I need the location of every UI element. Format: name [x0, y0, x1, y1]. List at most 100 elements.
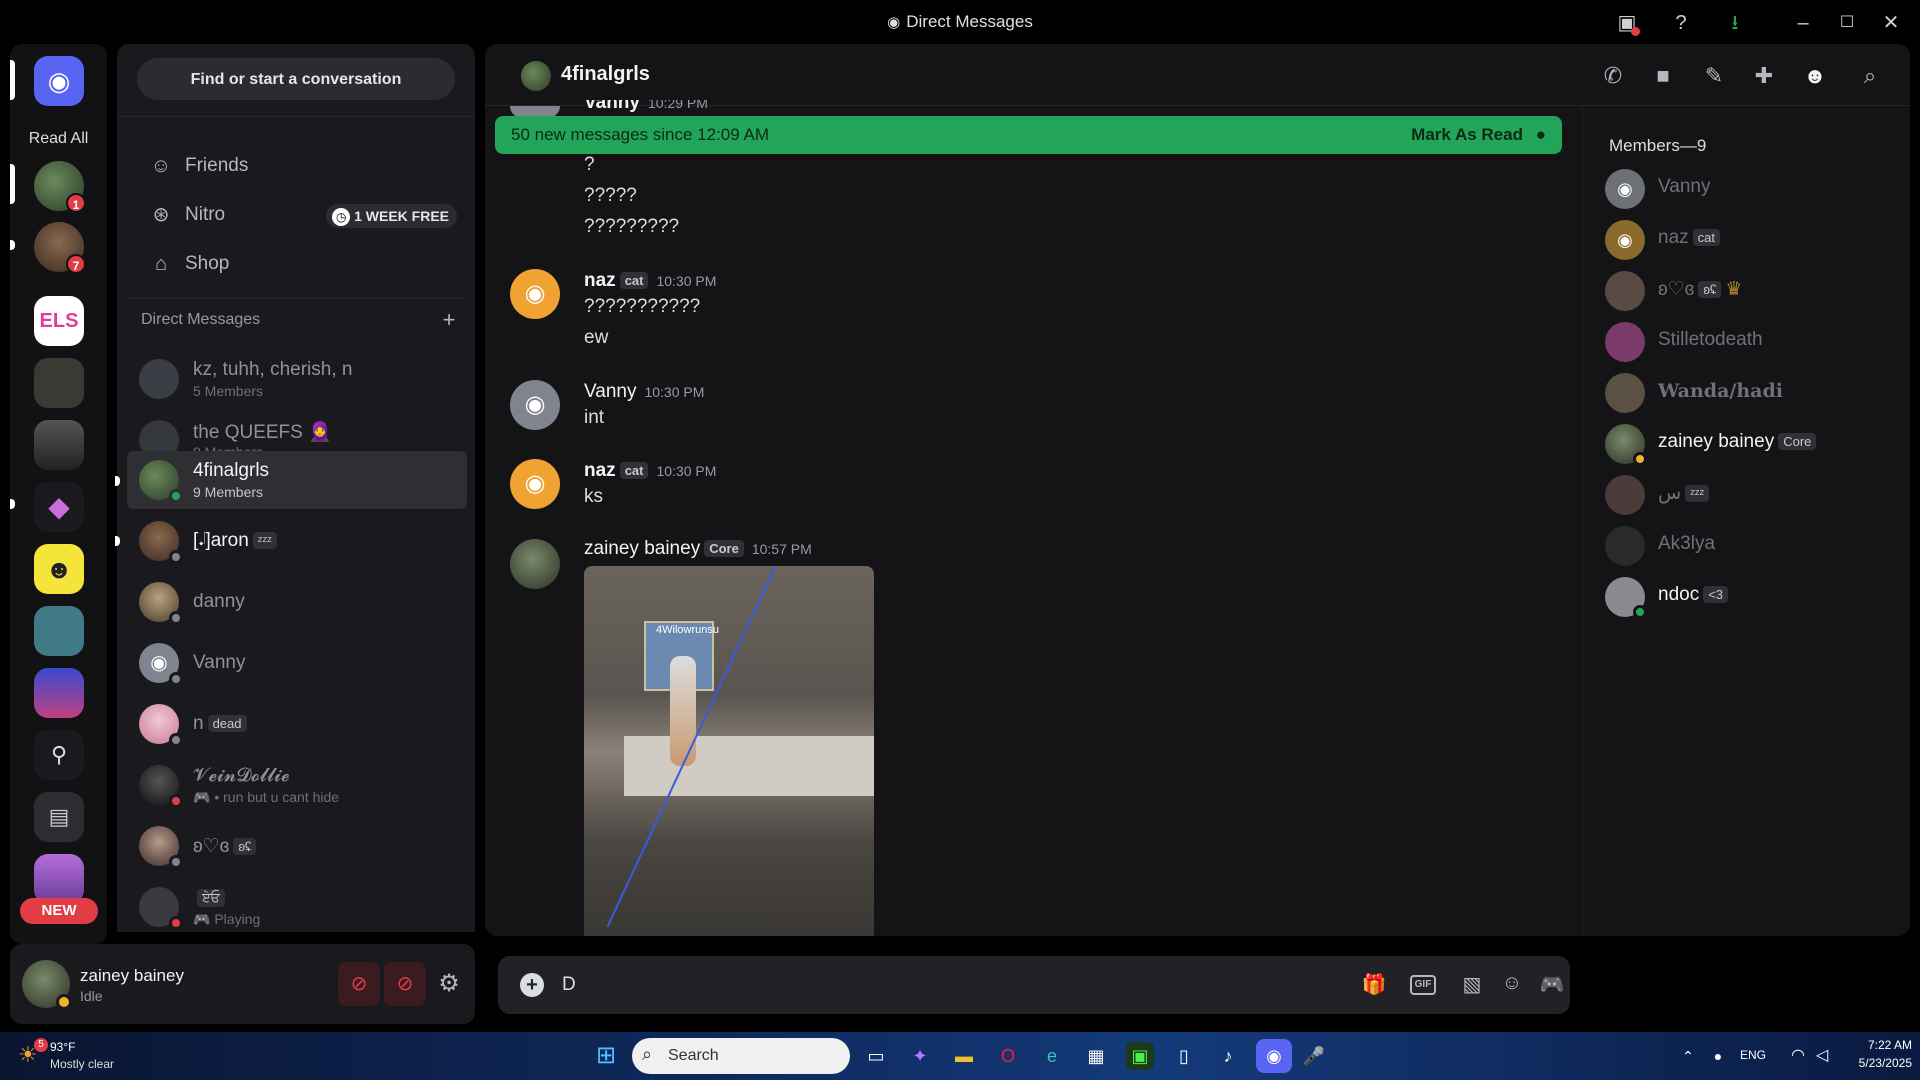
- server-icon-5[interactable]: [34, 420, 84, 470]
- pin-icon[interactable]: ✎: [1700, 62, 1728, 90]
- server-icon-9[interactable]: [34, 668, 84, 718]
- message-input[interactable]: D: [562, 956, 1162, 1014]
- add-friends-icon[interactable]: ✚: [1750, 62, 1778, 90]
- settings-button[interactable]: ⚙: [430, 962, 468, 1006]
- user-tag: ʚʢ: [233, 838, 257, 856]
- unread-badge: 1: [66, 193, 86, 213]
- dm-item[interactable]: kz, tuhh, cherish, n 5 Members: [127, 350, 467, 408]
- server-icon-12[interactable]: [34, 854, 84, 904]
- member-item[interactable]: ◉ Vanny: [1605, 166, 1905, 212]
- group-avatar: [139, 359, 179, 399]
- message-avatar[interactable]: ◉: [510, 269, 560, 319]
- opera-icon[interactable]: O: [994, 1042, 1022, 1070]
- search-icon[interactable]: ⌕: [1856, 62, 1884, 90]
- dm-item[interactable]: [𝆺𝅥]aron ᶻᶻᶻ: [127, 512, 467, 570]
- tray-chevron-icon[interactable]: ⌃: [1674, 1042, 1702, 1070]
- find-conversation-button[interactable]: Find or start a conversation: [137, 58, 455, 100]
- member-item[interactable]: س ᶻᶻᶻ: [1605, 472, 1905, 518]
- minimize-icon[interactable]: –: [1790, 10, 1816, 36]
- task-view-icon[interactable]: ▭: [862, 1042, 890, 1070]
- app-icon[interactable]: ▣: [1126, 1042, 1154, 1070]
- members-header: Members—9: [1609, 136, 1707, 155]
- dm-avatar-1[interactable]: 1: [34, 161, 86, 213]
- microphone-icon[interactable]: 🎤: [1300, 1042, 1328, 1070]
- dm-item[interactable]: 𝓥𝓮𝓲𝓷𝓓𝓸𝓵𝓵𝓲𝓮 🎮 • run but u cant hide: [127, 756, 467, 814]
- member-item[interactable]: Stilletodeath: [1605, 319, 1905, 365]
- start-button[interactable]: ⊞: [592, 1042, 620, 1070]
- nav-shop[interactable]: ⌂ Shop: [127, 242, 467, 286]
- nav-friends[interactable]: ☺ Friends: [127, 144, 467, 188]
- dm-name: [𝆺𝅥]aron ᶻᶻᶻ: [193, 530, 277, 552]
- message-avatar[interactable]: ◉: [510, 459, 560, 509]
- mark-as-read-button[interactable]: Mark As Read ●: [1411, 116, 1546, 154]
- help-icon[interactable]: ?: [1668, 10, 1694, 36]
- emoji-icon[interactable]: ☺: [1498, 972, 1526, 1000]
- message-image[interactable]: 4Wilowrunsu: [584, 566, 874, 936]
- deafen-button[interactable]: ⊘: [384, 962, 426, 1006]
- dm-item[interactable]: ◉ Vanny: [127, 634, 467, 692]
- member-name: zainey bainey Core: [1658, 431, 1817, 453]
- inbox-icon[interactable]: ▣: [1614, 10, 1640, 36]
- create-dm-button[interactable]: +: [437, 302, 461, 338]
- copilot-icon[interactable]: ✦: [906, 1042, 934, 1070]
- gift-icon[interactable]: 🎁: [1360, 972, 1388, 1000]
- dm-item[interactable]: n dead: [127, 695, 467, 753]
- member-item[interactable]: zainey bainey Core: [1605, 421, 1905, 467]
- gif-icon[interactable]: GIF: [1410, 975, 1436, 995]
- video-icon[interactable]: ■: [1649, 62, 1677, 90]
- maximize-icon[interactable]: ☐: [1834, 10, 1860, 36]
- server-icon-6[interactable]: ◆: [34, 482, 84, 532]
- member-item[interactable]: ʚ♡ɞ ʚʢ ♛: [1605, 268, 1905, 314]
- dm-item[interactable]: danny: [127, 573, 467, 631]
- message-author[interactable]: naz cat 10:30 PM: [584, 270, 716, 292]
- read-all-button[interactable]: Read All: [10, 130, 107, 148]
- nav-nitro[interactable]: ⊛ Nitro ◷ 1 WEEK FREE: [127, 193, 467, 237]
- discord-taskbar-icon[interactable]: ◉: [1256, 1039, 1292, 1073]
- member-item[interactable]: Ak3lya: [1605, 523, 1905, 569]
- member-item[interactable]: Wanda/hadi: [1605, 370, 1905, 416]
- taskbar: ☀ 5 93°F Mostly clear ⊞ ⌕ Search ▭ ✦ ▬ O…: [0, 1032, 1920, 1080]
- server-icon-4[interactable]: [34, 358, 84, 408]
- dm-avatar-2[interactable]: 7: [34, 222, 86, 274]
- members-icon[interactable]: ☻: [1801, 62, 1829, 90]
- message-text: ks: [584, 486, 603, 507]
- server-icon-7[interactable]: ☻: [34, 544, 84, 594]
- message-avatar[interactable]: [510, 539, 560, 589]
- member-item[interactable]: ◉ naz cat: [1605, 217, 1905, 263]
- language-indicator[interactable]: ENG: [1740, 1048, 1766, 1062]
- dm-item[interactable]: ʚ♡ɞ ʚʢ: [127, 817, 467, 875]
- clock-time[interactable]: 7:22 AM: [1842, 1038, 1912, 1052]
- message-avatar[interactable]: ◉: [510, 380, 560, 430]
- attach-button[interactable]: +: [520, 973, 544, 997]
- taskbar-search[interactable]: ⌕ Search: [632, 1038, 850, 1074]
- server-icon-11[interactable]: ▤: [34, 792, 84, 842]
- edge-icon[interactable]: e: [1038, 1042, 1066, 1070]
- sticker-icon[interactable]: ▧: [1458, 972, 1486, 1000]
- title-bar: ◉ Direct Messages ▣ ? ⭳ – ☐ ✕: [0, 0, 1920, 44]
- tray-app-icon[interactable]: ●: [1704, 1042, 1732, 1070]
- dm-item[interactable]: ਏਓ 🎮 Playing: [127, 878, 467, 928]
- mute-button[interactable]: ⊘: [338, 962, 380, 1006]
- offline-status: [169, 855, 183, 869]
- download-icon[interactable]: ⭳: [1722, 10, 1748, 36]
- new-messages-banner[interactable]: 50 new messages since 12:09 AM Mark As R…: [495, 116, 1562, 154]
- tiktok-icon[interactable]: ♪: [1214, 1042, 1242, 1070]
- home-button[interactable]: ◉: [34, 56, 84, 106]
- close-icon[interactable]: ✕: [1878, 10, 1904, 36]
- document-icon[interactable]: ▯: [1170, 1042, 1198, 1070]
- user-tag: cat: [1692, 229, 1720, 247]
- activities-icon[interactable]: 🎮: [1538, 972, 1566, 1000]
- server-icon-10[interactable]: ⚲: [34, 730, 84, 780]
- server-els[interactable]: ELS: [34, 296, 84, 346]
- call-icon[interactable]: ✆: [1599, 62, 1627, 90]
- message-author[interactable]: naz cat 10:30 PM: [584, 460, 716, 482]
- server-icon-8[interactable]: [34, 606, 84, 656]
- dm-item-selected[interactable]: 4finalgrls 9 Members: [127, 451, 467, 509]
- file-explorer-icon[interactable]: ▬: [950, 1042, 978, 1070]
- clock-date[interactable]: 5/23/2025: [1832, 1056, 1912, 1070]
- message-author[interactable]: zainey bainey Core 10:57 PM: [584, 538, 812, 560]
- weather-widget[interactable]: ☀ 5 93°F Mostly clear: [14, 1038, 134, 1074]
- member-item[interactable]: ndoc <3: [1605, 574, 1905, 620]
- store-icon[interactable]: ▦: [1082, 1042, 1110, 1070]
- message-author[interactable]: Vanny 10:30 PM: [584, 381, 704, 403]
